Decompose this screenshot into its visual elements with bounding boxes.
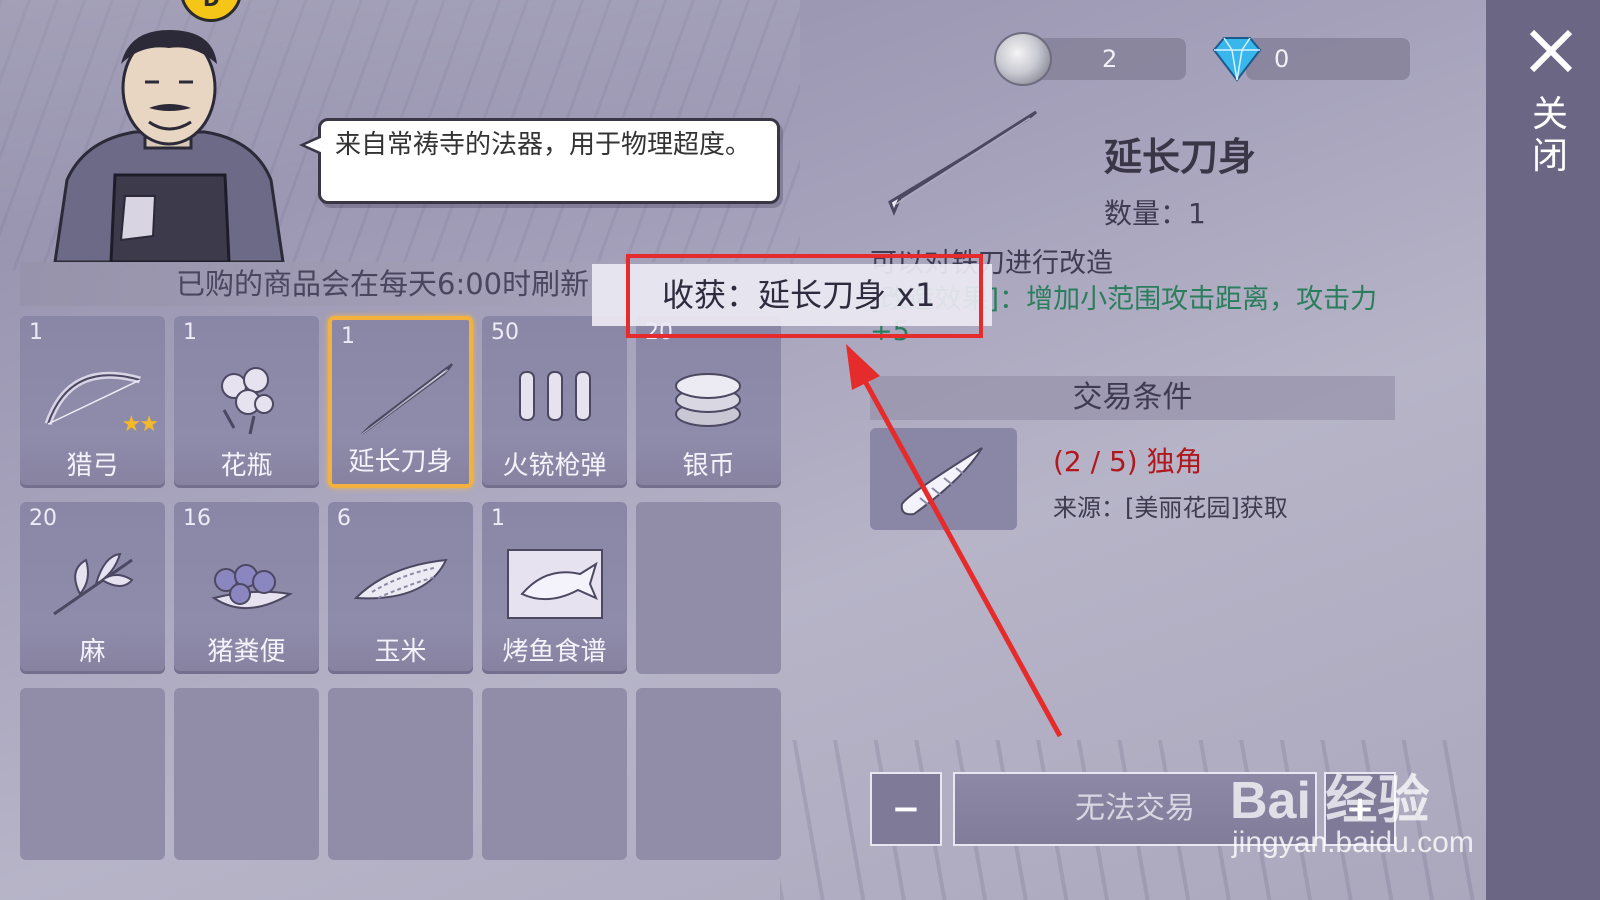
watermark-url: jingyan.baidu.com [1232, 826, 1474, 859]
watermark-logo: Bai 经验 [1230, 772, 1430, 830]
